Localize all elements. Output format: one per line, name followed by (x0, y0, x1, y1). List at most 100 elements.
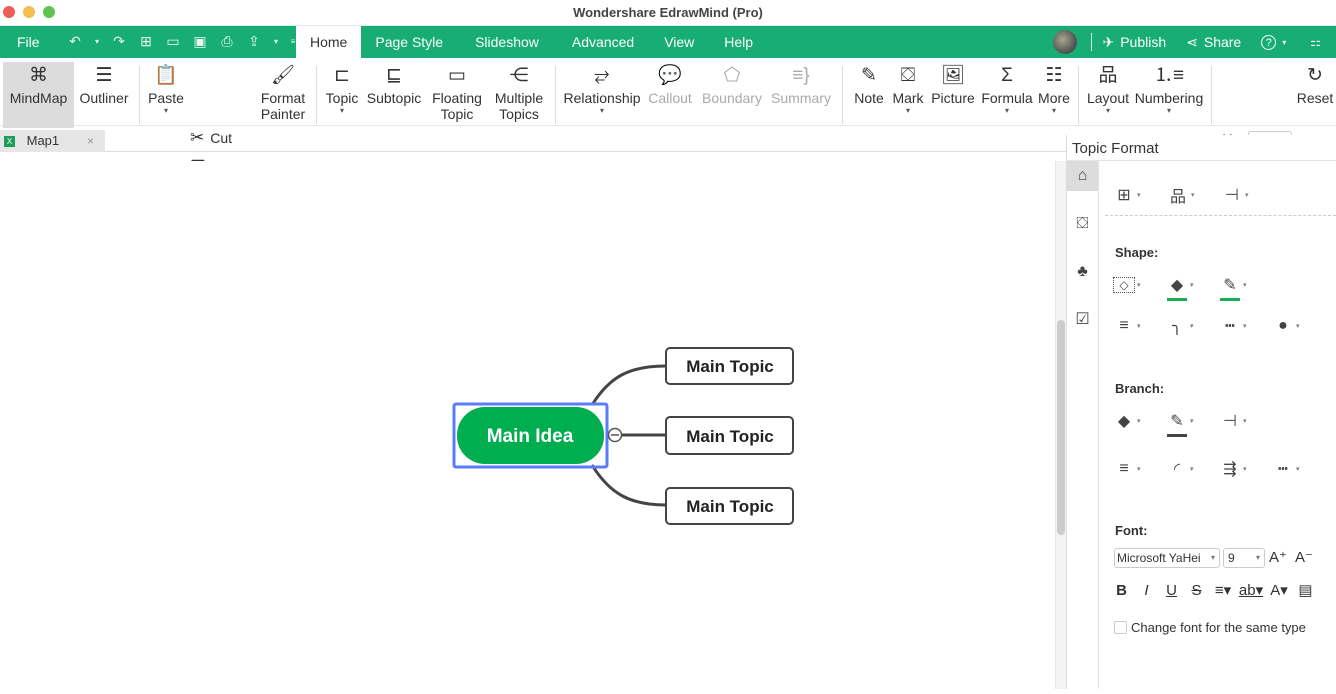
line-weight-button[interactable]: ≡ ▾ (1113, 317, 1166, 335)
layout-dropdown-icon[interactable]: ▾ (1085, 106, 1131, 116)
summary-button[interactable]: ≡} Summary (769, 62, 833, 106)
bold-icon[interactable]: B (1109, 582, 1134, 599)
picture-button[interactable]: 🖼 Picture (929, 62, 977, 106)
undo-dropdown-icon[interactable]: ▾ (93, 37, 101, 46)
align-icon[interactable]: ≡▾ (1209, 581, 1237, 599)
layout-button[interactable]: 品 Layout ▾ (1085, 62, 1131, 116)
branch-connector-button[interactable]: ⊣ ▾ (1219, 411, 1272, 431)
file-menu[interactable]: File (17, 34, 40, 50)
decrease-font-icon[interactable]: A⁻ (1295, 548, 1313, 566)
quick-access-toolbar: ↶ ▾ ↷ ⊞ ▭ ▣ ⎙ ⇪ ▾ ≡ (66, 33, 297, 50)
branch-dash-button[interactable]: ┅ ▾ (1272, 459, 1325, 479)
publish-button[interactable]: Publish (1120, 34, 1166, 50)
branch-weight-button[interactable]: ≡ ▾ (1113, 460, 1166, 478)
numbering-dropdown-icon[interactable]: ▾ (1133, 106, 1205, 116)
tab-view[interactable]: View (649, 26, 709, 58)
subtopic-button[interactable]: ⊑ Subtopic (364, 62, 424, 106)
export-dropdown-icon[interactable]: ▾ (272, 37, 280, 46)
branch-arrow-button[interactable]: ⇶ ▾ (1219, 459, 1272, 479)
formula-button[interactable]: Σ Formula ▾ (980, 62, 1034, 116)
share-button[interactable]: Share (1204, 34, 1241, 50)
relationship-button[interactable]: ⥂ Relationship ▾ (562, 62, 642, 116)
tab-home[interactable]: Home (296, 26, 362, 58)
checkbox-box[interactable] (1114, 621, 1127, 634)
tab-advanced[interactable]: Advanced (557, 26, 649, 58)
undo-icon[interactable]: ↶ (66, 33, 84, 50)
apps-icon[interactable]: ⚏ (1310, 35, 1321, 49)
callout-icon: 💬 (658, 65, 682, 86)
export-icon[interactable]: ⇪ (245, 33, 263, 50)
multiple-topics-button[interactable]: ⋲ Multiple Topics (490, 62, 548, 122)
formula-dropdown-icon[interactable]: ▾ (980, 106, 1034, 116)
dash-style-button[interactable]: ┅ ▾ (1219, 316, 1272, 336)
text-box-icon[interactable]: ▤ (1293, 581, 1318, 599)
outliner-button[interactable]: ☰ Outliner (77, 62, 131, 106)
underline-icon[interactable]: U (1159, 582, 1184, 599)
mark-button[interactable]: ⛋ Mark ▾ (889, 62, 927, 116)
clipart-clover-icon[interactable]: ♣ (1067, 257, 1098, 287)
paste-button[interactable]: 📋 Paste ▾ (146, 62, 186, 116)
paste-dropdown-icon[interactable]: ▾ (146, 106, 186, 116)
format-painter-button[interactable]: 🖌 Format Painter (255, 62, 311, 122)
mindmap-button[interactable]: ⌘ MindMap (3, 62, 74, 128)
tab-page-style[interactable]: Page Style (361, 26, 457, 58)
shadow-button[interactable]: ● ▾ (1272, 317, 1325, 335)
task-calendar-icon[interactable]: ☑ (1067, 305, 1098, 335)
layout-structure-button[interactable]: 品 ▾ (1167, 183, 1221, 207)
italic-icon[interactable]: I (1134, 582, 1159, 599)
font-family-select[interactable]: Microsoft YaHei ▾ (1114, 548, 1220, 568)
topic-dropdown-icon[interactable]: ▾ (322, 106, 362, 116)
print-icon[interactable]: ⎙ (218, 33, 236, 50)
redo-icon[interactable]: ↷ (110, 33, 128, 50)
branch-row-1: ◆ ▾ ✎ ▾ ⊣ ▾ (1113, 411, 1272, 437)
change-font-checkbox[interactable]: Change font for the same type (1114, 620, 1306, 635)
numbering-button[interactable]: ⒈≡ Numbering ▾ (1133, 62, 1205, 116)
more-button[interactable]: ☷ More ▾ (1036, 62, 1072, 116)
boundary-button[interactable]: ⬠ Boundary (700, 62, 764, 106)
mark-dropdown-icon[interactable]: ▾ (889, 106, 927, 116)
more-dropdown-icon[interactable]: ▾ (1036, 106, 1072, 116)
document-tab-map1[interactable]: X Map1 × (0, 130, 105, 152)
floating-topic-button[interactable]: ▭ Floating Topic (428, 62, 486, 122)
avatar[interactable] (1053, 30, 1078, 54)
highlight-icon[interactable]: ab▾ (1237, 581, 1265, 599)
format-brush-icon[interactable]: ⌂ (1067, 161, 1098, 191)
document-tab-bar: X Map1 × (0, 126, 1066, 152)
mindmap-canvas[interactable]: Main Idea Main Topic Main Topic Main Top… (0, 161, 1055, 689)
reset-button[interactable]: ↻ Reset (1296, 62, 1334, 106)
note-button[interactable]: ✎ Note (850, 62, 888, 106)
new-icon[interactable]: ⊞ (137, 33, 155, 50)
scrollbar-thumb[interactable] (1057, 320, 1065, 535)
strikethrough-icon[interactable]: S (1184, 582, 1209, 599)
branch-taper-button[interactable]: ◜ ▾ (1166, 459, 1219, 479)
canvas-vertical-scrollbar[interactable] (1055, 161, 1066, 689)
save-icon[interactable]: ▣ (191, 33, 209, 50)
increase-font-icon[interactable]: A⁺ (1269, 548, 1287, 566)
open-folder-icon[interactable]: ▭ (164, 33, 182, 50)
note-icon: ✎ (861, 65, 877, 86)
shape-select-button[interactable]: ◇ ▾ (1113, 277, 1166, 293)
branch-connector (590, 364, 667, 406)
help-dropdown-icon[interactable]: ▾ (1282, 38, 1286, 47)
tab-help[interactable]: Help (709, 26, 768, 58)
divider (842, 66, 843, 124)
callout-button[interactable]: 💬 Callout (645, 62, 695, 106)
topic-button[interactable]: ⊏ Topic ▾ (322, 62, 362, 116)
mark-icon[interactable]: ⛋ (1067, 209, 1098, 239)
branch-label: Branch: (1115, 381, 1165, 396)
branch-fill-button[interactable]: ◆ ▾ (1113, 411, 1166, 431)
branch-line-color-button[interactable]: ✎ ▾ (1166, 411, 1219, 437)
border-color-button[interactable]: ✎ ▾ (1219, 275, 1272, 301)
theme-grid-button[interactable]: ⊞ ▾ (1113, 185, 1167, 205)
publish-icon: ✈ (1102, 33, 1115, 50)
font-color-icon[interactable]: A▾ (1265, 581, 1293, 599)
connector-style-button[interactable]: ⊣ ▾ (1221, 185, 1275, 205)
close-tab-icon[interactable]: × (87, 130, 94, 152)
help-icon[interactable]: ? (1261, 34, 1277, 50)
corner-style-button[interactable]: ╮ ▾ (1166, 316, 1219, 336)
relationship-dropdown-icon[interactable]: ▾ (562, 106, 642, 116)
divider (1067, 160, 1336, 161)
font-size-select[interactable]: 9 ▾ (1223, 548, 1265, 568)
fill-color-button[interactable]: ◆ ▾ (1166, 275, 1219, 301)
tab-slideshow[interactable]: Slideshow (457, 26, 557, 58)
